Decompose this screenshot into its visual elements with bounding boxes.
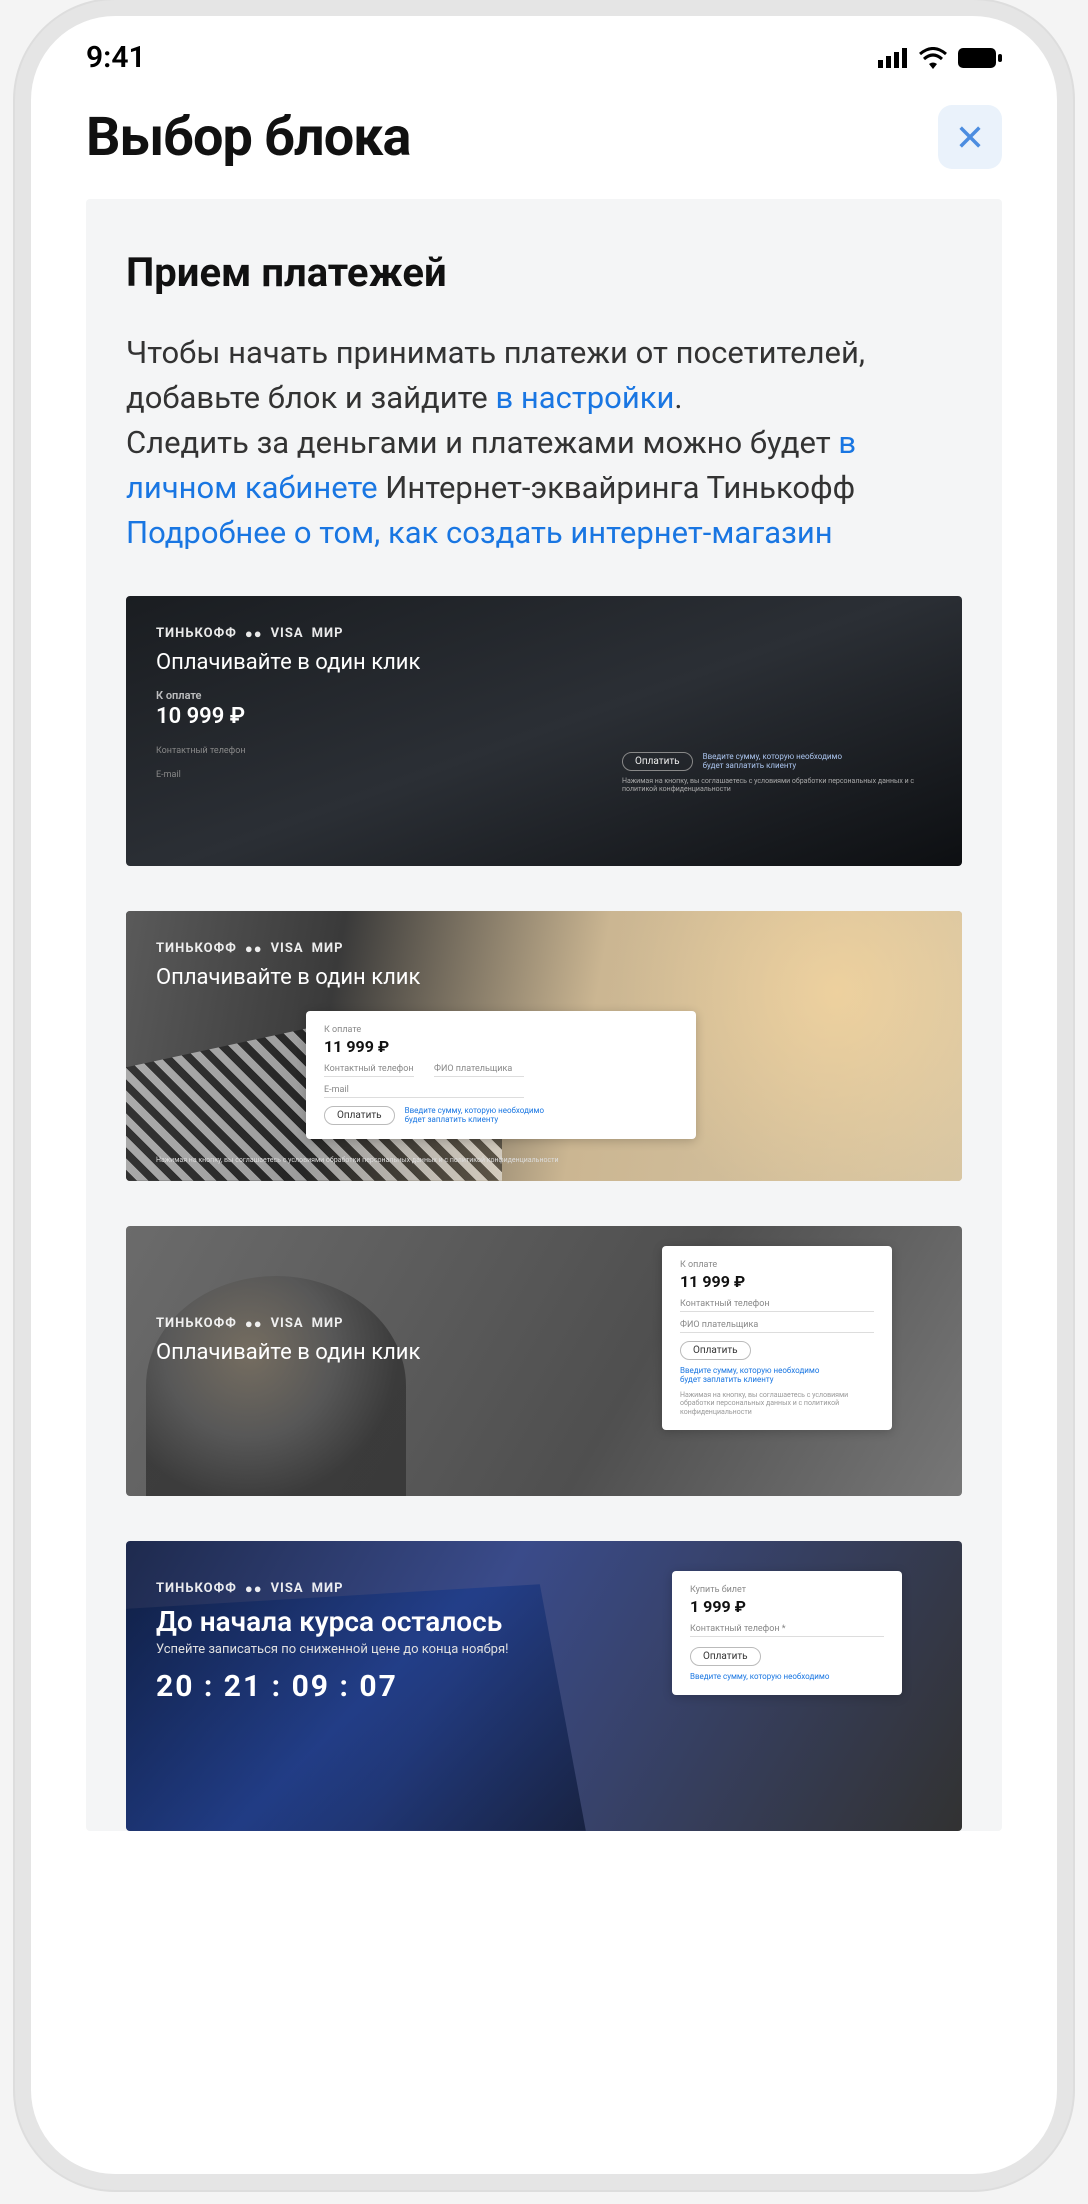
section-intro: Чтобы начать принимать платежи от посети… — [126, 331, 962, 556]
payment-logos: ТИНЬКОФФ ●● VISA МИР — [156, 626, 932, 642]
field-label: E-mail — [156, 770, 246, 780]
logo-visa: VISA — [271, 941, 304, 956]
page-title: Выбор блока — [86, 106, 410, 169]
logo-mir: МИР — [312, 1581, 344, 1596]
payment-block-template-3[interactable]: ТИНЬКОФФ ●● VISA МИР Оплачивайте в один … — [126, 1226, 962, 1496]
price-label: К оплате — [156, 689, 932, 702]
logo-mir: МИР — [312, 941, 344, 956]
logo-tinkoff: ТИНЬКОФФ — [156, 1316, 237, 1331]
battery-icon — [958, 48, 1002, 68]
disclaimer-text: Нажимая на кнопку, вы соглашаетесь с усл… — [622, 777, 922, 794]
field-phone: Контактный телефон — [324, 1064, 414, 1077]
payment-block-template-4[interactable]: ТИНЬКОФФ ●● VISA МИР До начала курса ост… — [126, 1541, 962, 1831]
hint-line: будет заплатить клиенту — [680, 1375, 774, 1384]
logo-mastercard-icon: ●● — [245, 941, 263, 957]
logo-mastercard-icon: ●● — [245, 1581, 263, 1597]
link-settings[interactable]: в настройки — [495, 379, 674, 416]
price-label: К оплате — [680, 1260, 874, 1270]
wifi-icon — [918, 47, 948, 69]
intro-text-part: Интернет-эквайринга Тинькофф — [378, 469, 855, 506]
logo-mir: МИР — [312, 626, 344, 641]
payment-block-template-2[interactable]: ТИНЬКОФФ ●● VISA МИР Оплачивайте в один … — [126, 911, 962, 1181]
hint-line: Введите сумму, которую необходимо — [690, 1672, 829, 1681]
hint-line: будет заплатить клиенту — [703, 761, 797, 770]
logo-tinkoff: ТИНЬКОФФ — [156, 1581, 237, 1596]
content-panel: Прием платежей Чтобы начать принимать пл… — [86, 199, 1002, 1831]
logo-visa: VISA — [271, 1581, 304, 1596]
card-heading: Оплачивайте в один клик — [156, 650, 932, 675]
hint-line: будет заплатить клиенту — [405, 1115, 499, 1124]
field-phone-required: Контактный телефон * — [690, 1624, 884, 1637]
price-value: 11 999 ₽ — [324, 1037, 678, 1056]
close-icon — [956, 123, 984, 151]
logo-mastercard-icon: ●● — [245, 626, 263, 642]
disclaimer-text: Нажимая на кнопку, вы соглашаетесь с усл… — [680, 1391, 874, 1416]
hint-line: Введите сумму, которую необходимо — [680, 1366, 819, 1375]
intro-text-part: Следить за деньгами и платежами можно бу… — [126, 424, 838, 461]
pay-button-preview: Оплатить — [324, 1106, 395, 1125]
pay-button-preview: Оплатить — [622, 752, 693, 771]
field-email: E-mail — [324, 1085, 524, 1098]
status-bar: 9:41 — [31, 16, 1057, 85]
hint-line: Введите сумму, которую необходимо — [405, 1106, 544, 1115]
logo-visa: VISA — [271, 1316, 304, 1331]
hint-line: Введите сумму, которую необходимо — [703, 752, 842, 761]
card-heading: Оплачивайте в один клик — [156, 965, 932, 990]
field-fio: ФИО плательщика — [680, 1320, 874, 1333]
intro-text-part: . — [674, 379, 682, 416]
section-title: Прием платежей — [126, 249, 962, 296]
price-label: К оплате — [324, 1025, 678, 1035]
buy-label: Купить билет — [690, 1585, 884, 1595]
logo-mastercard-icon: ●● — [245, 1316, 263, 1332]
price-value: 11 999 ₽ — [680, 1272, 874, 1291]
price-value: 1 999 ₽ — [690, 1597, 884, 1616]
logo-tinkoff: ТИНЬКОФФ — [156, 941, 237, 956]
status-time: 9:41 — [86, 40, 146, 75]
field-label: Контактный телефон — [156, 746, 246, 756]
disclaimer-text: Нажимая на кнопку, вы соглашаетесь с усл… — [156, 1156, 559, 1164]
logo-visa: VISA — [271, 626, 304, 641]
link-learn-more[interactable]: Подробнее о том, как создать интернет-ма… — [126, 514, 833, 551]
close-button[interactable] — [938, 105, 1002, 169]
field-phone: Контактный телефон — [680, 1299, 874, 1312]
logo-tinkoff: ТИНЬКОФФ — [156, 626, 237, 641]
field-fio: ФИО плательщика — [434, 1064, 524, 1077]
pay-button-preview: Оплатить — [680, 1341, 751, 1360]
cellular-signal-icon — [878, 48, 908, 68]
price-value: 10 999 ₽ — [156, 704, 245, 729]
pay-button-preview: Оплатить — [690, 1647, 761, 1666]
logo-mir: МИР — [312, 1316, 344, 1331]
payment-block-template-1[interactable]: ТИНЬКОФФ ●● VISA МИР Оплачивайте в один … — [126, 596, 962, 866]
payment-logos: ТИНЬКОФФ ●● VISA МИР — [156, 941, 932, 957]
